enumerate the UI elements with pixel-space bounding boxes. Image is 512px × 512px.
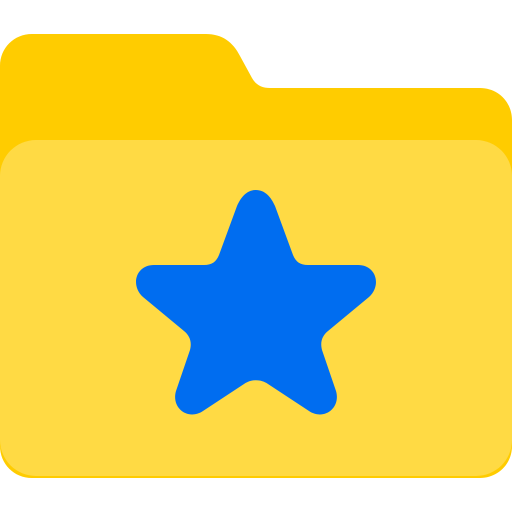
favorite-folder-icon-canvas [0,0,512,512]
favorite-folder-icon [0,34,512,478]
